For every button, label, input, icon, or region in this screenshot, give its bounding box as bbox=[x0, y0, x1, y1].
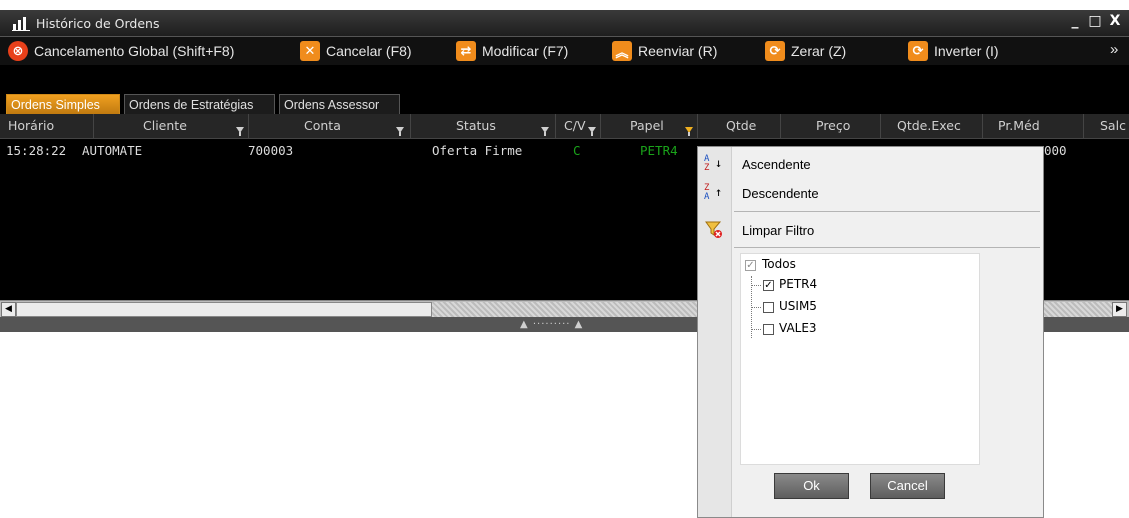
scroll-right-button[interactable]: ▶ bbox=[1112, 302, 1127, 317]
cell-conta: 700003 bbox=[248, 143, 294, 158]
splitter-handle[interactable]: ▲ ········· ▲ bbox=[520, 319, 583, 330]
close-button[interactable]: X bbox=[1106, 13, 1124, 29]
cell-horario: 15:28:22 bbox=[6, 143, 67, 158]
tab-ordens-simples[interactable]: Ordens Simples bbox=[6, 94, 120, 114]
column-preco[interactable]: Preço bbox=[816, 118, 850, 133]
double-chevron-up-icon: ︽ bbox=[612, 41, 632, 61]
refresh-icon: ⟳ bbox=[765, 41, 785, 61]
column-divider[interactable] bbox=[1083, 114, 1084, 138]
tab-ordens-estrategias[interactable]: Ordens de Estratégias bbox=[124, 94, 275, 114]
cell-cliente: AUTOMATE bbox=[82, 143, 143, 158]
column-divider[interactable] bbox=[555, 114, 556, 138]
filter-funnel-active-icon[interactable] bbox=[685, 127, 693, 136]
zero-label: Zerar (Z) bbox=[791, 43, 847, 59]
resend-label: Reenviar (R) bbox=[638, 43, 718, 59]
column-divider[interactable] bbox=[410, 114, 411, 138]
column-divider[interactable] bbox=[697, 114, 698, 138]
invert-label: Inverter (I) bbox=[934, 43, 999, 59]
toolbar-overflow-button[interactable]: » bbox=[1110, 41, 1118, 58]
maximize-button[interactable]: □ bbox=[1086, 13, 1104, 29]
cell-status: Oferta Firme bbox=[432, 143, 523, 158]
menu-divider bbox=[734, 211, 1040, 212]
checkbox-label-vale3[interactable]: VALE3 bbox=[779, 321, 817, 335]
column-cliente[interactable]: Cliente bbox=[143, 118, 187, 133]
tree-connector bbox=[751, 285, 761, 286]
scroll-left-button[interactable]: ◀ bbox=[1, 302, 16, 317]
filter-funnel-icon[interactable] bbox=[541, 127, 549, 136]
cell-papel: PETR4 bbox=[640, 143, 678, 158]
column-qtde[interactable]: Qtde bbox=[726, 118, 756, 133]
modify-button[interactable]: ⇄ Modificar (F7) bbox=[456, 40, 568, 62]
filter-values-list: ✓ Todos ✓ PETR4 USIM5 VALE3 bbox=[740, 253, 980, 465]
invert-button[interactable]: ⟳ Inverter (I) bbox=[908, 40, 999, 62]
column-divider[interactable] bbox=[93, 114, 94, 138]
column-divider[interactable] bbox=[780, 114, 781, 138]
grid-header: Horário Cliente Conta Status C/V Papel Q… bbox=[0, 114, 1129, 139]
column-status[interactable]: Status bbox=[456, 118, 496, 133]
column-saldo[interactable]: Salc bbox=[1100, 118, 1126, 133]
scroll-thumb[interactable] bbox=[16, 302, 432, 317]
column-divider[interactable] bbox=[248, 114, 249, 138]
cancel-button[interactable]: ✕ Cancelar (F8) bbox=[300, 40, 412, 62]
minimize-button[interactable]: _ bbox=[1066, 13, 1084, 29]
checkbox-usim5[interactable] bbox=[763, 302, 774, 313]
checkbox-label-usim5[interactable]: USIM5 bbox=[779, 299, 817, 313]
checkbox-label-petr4[interactable]: PETR4 bbox=[779, 277, 817, 291]
tab-bar: Ordens Simples Ordens de Estratégias Ord… bbox=[0, 92, 1129, 114]
clear-filter-item[interactable]: Limpar Filtro bbox=[742, 223, 814, 238]
cancel-filter-button[interactable]: Cancel bbox=[870, 473, 945, 499]
cell-cv: C bbox=[573, 143, 581, 158]
modify-icon: ⇄ bbox=[456, 41, 476, 61]
column-divider[interactable] bbox=[600, 114, 601, 138]
x-icon: ✕ bbox=[300, 41, 320, 61]
clear-filter-icon bbox=[705, 221, 722, 238]
global-cancel-button[interactable]: ⊗ Cancelamento Global (Shift+F8) bbox=[8, 40, 234, 62]
column-cv[interactable]: C/V bbox=[564, 118, 586, 133]
filter-funnel-icon[interactable] bbox=[236, 127, 244, 136]
tab-ordens-assessor[interactable]: Ordens Assessor bbox=[279, 94, 400, 114]
cell-pr-med: 000 bbox=[1044, 143, 1067, 158]
column-papel[interactable]: Papel bbox=[630, 118, 664, 133]
column-horario[interactable]: Horário bbox=[8, 118, 54, 133]
cancel-label: Cancelar (F8) bbox=[326, 43, 412, 59]
chart-bars-icon bbox=[12, 17, 30, 31]
sort-descending-icon: Z A ↑ bbox=[704, 183, 723, 202]
column-conta[interactable]: Conta bbox=[304, 118, 341, 133]
resend-button[interactable]: ︽ Reenviar (R) bbox=[612, 40, 717, 62]
checkbox-vale3[interactable] bbox=[763, 324, 774, 335]
cancel-global-icon: ⊗ bbox=[8, 41, 28, 61]
column-pr-med[interactable]: Pr.Méd bbox=[998, 118, 1040, 133]
column-filter-popup: A Z ↓ Ascendente Z A ↑ Descendente Limpar Fi… bbox=[697, 146, 1044, 518]
menu-divider bbox=[734, 247, 1040, 248]
checkbox-todos[interactable]: ✓ bbox=[745, 260, 756, 271]
filter-funnel-icon[interactable] bbox=[588, 127, 596, 136]
sort-ascending-item[interactable]: Ascendente bbox=[742, 157, 811, 172]
tree-connector bbox=[751, 329, 761, 330]
refresh-icon: ⟳ bbox=[908, 41, 928, 61]
filter-funnel-icon[interactable] bbox=[396, 127, 404, 136]
modify-label: Modificar (F7) bbox=[482, 43, 569, 59]
sort-ascending-icon: A Z ↓ bbox=[704, 154, 723, 173]
toolbar: ⊗ Cancelamento Global (Shift+F8) ✕ Cance… bbox=[0, 37, 1129, 65]
column-qtde-exec[interactable]: Qtde.Exec bbox=[897, 118, 961, 133]
tree-connector bbox=[751, 307, 761, 308]
sort-descending-item[interactable]: Descendente bbox=[742, 186, 819, 201]
checkbox-label-todos[interactable]: Todos bbox=[762, 257, 796, 271]
checkbox-petr4[interactable]: ✓ bbox=[763, 280, 774, 291]
column-divider[interactable] bbox=[982, 114, 983, 138]
ok-button[interactable]: Ok bbox=[774, 473, 849, 499]
column-divider[interactable] bbox=[880, 114, 881, 138]
zero-button[interactable]: ⟳ Zerar (Z) bbox=[765, 40, 846, 62]
window-title: Histórico de Ordens bbox=[36, 16, 160, 31]
title-bar[interactable]: Histórico de Ordens _ □ X bbox=[0, 10, 1129, 37]
global-cancel-label: Cancelamento Global (Shift+F8) bbox=[34, 43, 235, 59]
